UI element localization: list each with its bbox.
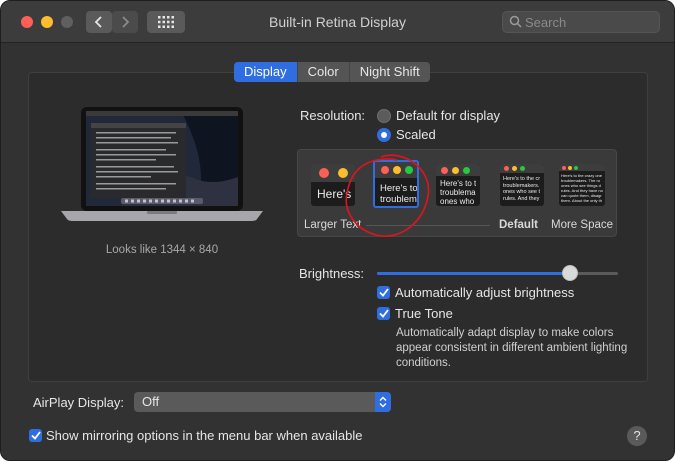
default-for-display-label[interactable]: Default for display (396, 108, 500, 123)
titlebar: Built-in Retina Display (1, 1, 674, 43)
more-space-label: More Space (551, 219, 614, 231)
brightness-slider-knob[interactable] (561, 265, 578, 281)
tab-color[interactable]: Color (298, 62, 350, 82)
mirroring-checkbox[interactable] (29, 429, 42, 442)
brightness-slider[interactable] (377, 272, 618, 275)
updown-arrows-icon (375, 392, 391, 412)
help-button[interactable]: ? (627, 426, 647, 446)
true-tone-checkbox[interactable] (377, 307, 390, 320)
scale-option-text: Here's to the cr troublemakers. ones who… (503, 176, 541, 202)
mirroring-label[interactable]: Show mirroring options in the menu bar w… (46, 428, 363, 443)
scale-option-default[interactable]: Here's to the cr troublemakers. ones who… (500, 164, 544, 206)
resolution-label: Resolution: (300, 108, 366, 123)
checkmark-icon (378, 309, 389, 318)
laptop-preview-image (61, 107, 263, 221)
scaled-label[interactable]: Scaled (396, 127, 436, 142)
brightness-slider-fill (377, 272, 570, 275)
scale-option-3[interactable]: Here's to t troublema ones who (436, 164, 480, 206)
search-field[interactable] (502, 11, 660, 33)
airplay-display-value: Off (142, 394, 160, 409)
tab-night-shift[interactable]: Night Shift (350, 62, 430, 82)
search-input[interactable] (525, 14, 653, 30)
scale-option-text: Here's to the crazy one troublemakers. T… (561, 173, 603, 203)
default-scale-label: Default (499, 219, 538, 231)
checkmark-icon (30, 431, 41, 440)
scaled-radio[interactable] (377, 128, 391, 142)
true-tone-description: Automatically adapt display to make colo… (396, 327, 628, 369)
airplay-display-label: AirPlay Display: (33, 395, 125, 410)
red-circle-annotation (345, 154, 430, 237)
auto-brightness-checkbox[interactable] (377, 286, 390, 299)
brightness-label: Brightness: (299, 266, 365, 281)
looks-like-label: Looks like 1344 × 840 (105, 244, 219, 256)
true-tone-label[interactable]: True Tone (395, 306, 453, 321)
scale-option-more-space[interactable]: Here's to the crazy one troublemakers. T… (559, 164, 605, 206)
tab-display[interactable]: Display (234, 62, 298, 82)
search-icon (509, 15, 522, 28)
checkmark-icon (378, 288, 389, 297)
default-for-display-radio[interactable] (377, 109, 391, 123)
tab-bar: Display Color Night Shift (234, 62, 430, 82)
auto-brightness-label[interactable]: Automatically adjust brightness (395, 285, 574, 300)
scale-option-text: Here's to t troublema ones who (440, 179, 477, 206)
preferences-window: Built-in Retina Display Display Color Ni… (0, 0, 675, 461)
airplay-display-select[interactable]: Off (134, 392, 391, 412)
